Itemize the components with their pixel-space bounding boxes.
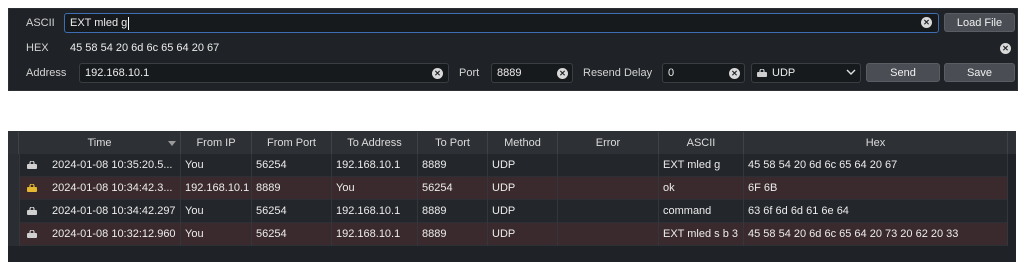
column-header-ascii[interactable]: ASCII: [659, 132, 744, 154]
cell-to-address: 192.168.10.1: [332, 223, 418, 246]
table-row[interactable]: 2024-01-08 10:35:20.5... You 56254 192.168.…: [8, 154, 1016, 177]
cell-ascii: EXT mled g: [659, 154, 744, 177]
resend-delay-input-value: 0: [668, 67, 675, 79]
cell-to-address: 192.168.10.1: [332, 200, 418, 223]
cell-error: [558, 154, 659, 177]
column-header-method[interactable]: Method: [488, 132, 558, 154]
cell-from-ip: You: [181, 154, 252, 177]
send-button[interactable]: Send: [866, 63, 940, 82]
resend-delay-clear-icon[interactable]: ✕: [729, 68, 740, 79]
ascii-label: ASCII: [26, 17, 55, 29]
hex-clear-icon[interactable]: ✕: [1000, 43, 1011, 54]
table-header: Time From IP From Port To Address To Por…: [8, 132, 1016, 155]
cell-from-port: 56254: [252, 223, 332, 246]
cell-to-port: 8889: [418, 154, 488, 177]
table-row[interactable]: 2024-01-08 10:34:42.297 You 56254 192.168.1…: [8, 200, 1016, 223]
port-clear-icon[interactable]: ✕: [557, 68, 568, 79]
header-handle: [8, 132, 19, 154]
protocol-select-value: UDP: [772, 67, 796, 79]
cell-from-port: 56254: [252, 154, 332, 177]
cell-to-address: You: [332, 177, 418, 200]
cell-to-port: 56254: [418, 177, 488, 200]
cell-time: 2024-01-08 10:35:20.5...: [19, 154, 181, 177]
cell-method: UDP: [488, 223, 558, 246]
column-header-time-label: Time: [87, 137, 112, 149]
hex-label: HEX: [26, 42, 49, 54]
port-label: Port: [459, 67, 480, 79]
protocol-select[interactable]: UDP: [751, 63, 861, 83]
cell-time: 2024-01-08 10:34:42.3...: [19, 177, 181, 200]
address-input-value: 192.168.10.1: [85, 67, 150, 79]
cell-from-port: 8889: [252, 177, 332, 200]
cell-from-port: 56254: [252, 200, 332, 223]
cell-method: UDP: [488, 200, 558, 223]
cell-time: 2024-01-08 10:32:12.960: [19, 223, 181, 246]
cell-ascii: command: [659, 200, 744, 223]
lock-icon: [757, 69, 767, 77]
cell-hex: 6F 6B: [744, 177, 1008, 200]
chevron-down-icon: [846, 69, 856, 75]
column-header-to-port[interactable]: To Port: [418, 132, 488, 154]
text-caret: [128, 16, 130, 30]
vertical-scrollbar[interactable]: [1008, 154, 1016, 262]
cell-method: UDP: [488, 177, 558, 200]
column-header-hex[interactable]: Hex: [744, 132, 1008, 154]
load-file-button[interactable]: Load File: [944, 13, 1015, 32]
cell-method: UDP: [488, 154, 558, 177]
address-clear-icon[interactable]: ✕: [432, 68, 443, 79]
table-row[interactable]: 2024-01-08 10:32:12.960 You 56254 192.168.1…: [8, 223, 1016, 246]
cell-error: [558, 223, 659, 246]
column-header-from-ip[interactable]: From IP: [181, 132, 252, 154]
cell-to-port: 8889: [418, 200, 488, 223]
cell-hex: 63 6f 6d 6d 61 6e 64: [744, 200, 1008, 223]
cell-error: [558, 177, 659, 200]
column-header-to-address[interactable]: To Address: [332, 132, 418, 154]
hex-input[interactable]: 45 58 54 20 6d 6c 65 64 20 67: [64, 38, 1015, 58]
column-header-from-port[interactable]: From Port: [252, 132, 332, 154]
packet-composer-panel: ASCII EXT mled g ✕ Load File HEX 45 58 5…: [8, 8, 1018, 91]
ascii-input[interactable]: EXT mled g: [64, 13, 939, 33]
packet-log-table: Time From IP From Port To Address To Por…: [8, 131, 1016, 262]
cell-hex: 45 58 54 20 6d 6c 65 64 20 67: [744, 154, 1008, 177]
sort-descending-icon: [168, 141, 176, 146]
address-input[interactable]: 192.168.10.1: [79, 63, 449, 83]
cell-ascii: ok: [659, 177, 744, 200]
cell-from-ip: You: [181, 200, 252, 223]
cell-to-port: 8889: [418, 223, 488, 246]
resend-delay-label: Resend Delay: [583, 67, 653, 79]
save-button[interactable]: Save: [944, 63, 1015, 82]
cell-error: [558, 200, 659, 223]
cell-hex: 45 58 54 20 6d 6c 65 64 20 73 20 62 20 3…: [744, 223, 1008, 246]
ascii-input-value: EXT mled g: [70, 17, 128, 29]
address-label: Address: [26, 67, 67, 79]
cell-from-ip: 192.168.10.1: [181, 177, 252, 200]
hex-input-value: 45 58 54 20 6d 6c 65 64 20 67: [70, 42, 220, 54]
column-header-error[interactable]: Error: [558, 132, 659, 154]
table-row[interactable]: 2024-01-08 10:34:42.3... 192.168.10.1 8889…: [8, 177, 1016, 200]
ascii-clear-icon[interactable]: ✕: [921, 17, 932, 28]
port-input-value: 8889: [497, 67, 522, 79]
column-header-time[interactable]: Time: [19, 132, 181, 154]
cell-ascii: EXT mled s b 3: [659, 223, 744, 246]
cell-time: 2024-01-08 10:34:42.297: [19, 200, 181, 223]
cell-from-ip: You: [181, 223, 252, 246]
cell-to-address: 192.168.10.1: [332, 154, 418, 177]
